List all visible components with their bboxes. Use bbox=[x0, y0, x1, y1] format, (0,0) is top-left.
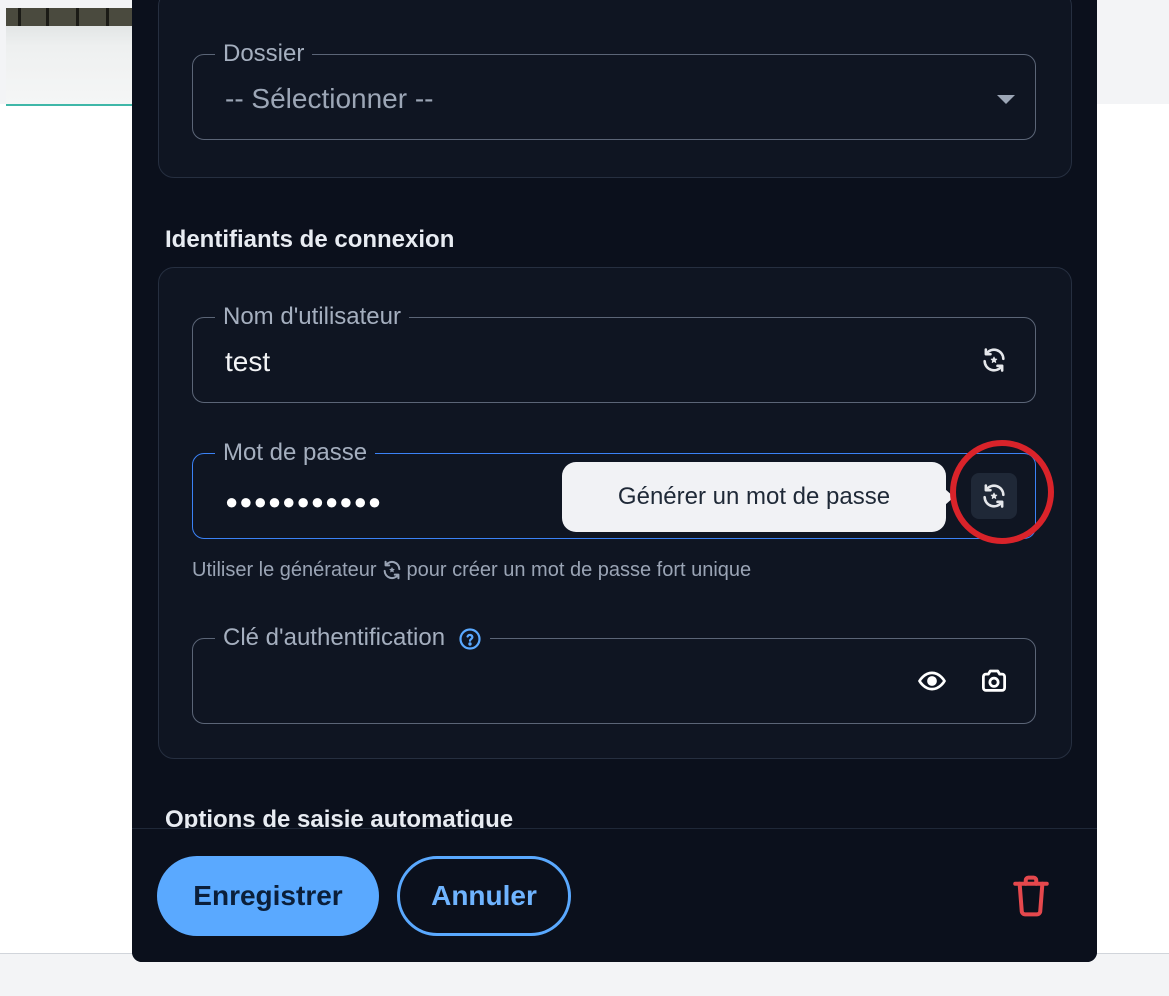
footer-actions: Enregistrer Annuler bbox=[132, 828, 1097, 962]
toggle-visibility-button[interactable] bbox=[909, 658, 955, 704]
generate-icon bbox=[983, 348, 1005, 372]
folder-card: Dossier -- Sélectionner -- bbox=[158, 0, 1072, 178]
username-value: test bbox=[225, 346, 271, 377]
generate-password-tooltip: Générer un mot de passe bbox=[562, 462, 954, 532]
save-button[interactable]: Enregistrer bbox=[157, 856, 379, 936]
camera-icon bbox=[982, 669, 1006, 692]
auth-key-field[interactable]: Clé d'authentification bbox=[192, 623, 1036, 724]
scan-key-button[interactable] bbox=[971, 658, 1017, 704]
auth-key-label-wrap: Clé d'authentification bbox=[215, 623, 490, 653]
folder-placeholder: -- Sélectionner -- bbox=[225, 83, 434, 114]
username-label: Nom d'utilisateur bbox=[215, 302, 409, 332]
username-field[interactable]: Nom d'utilisateur test bbox=[192, 302, 1036, 403]
generate-username-button[interactable] bbox=[971, 337, 1017, 383]
password-hint-text-end: pour créer un mot de passe fort unique bbox=[406, 559, 752, 581]
password-label: Mot de passe bbox=[215, 438, 376, 468]
highlight-annotation bbox=[950, 440, 1054, 544]
item-edit-panel: Dossier -- Sélectionner -- Identifiants … bbox=[132, 0, 1097, 962]
password-hint: Utiliser le générateur pour créer un mot… bbox=[192, 557, 751, 583]
password-hint-text: Utiliser le générateur bbox=[192, 559, 377, 581]
folder-label: Dossier bbox=[215, 39, 313, 69]
auth-key-label: Clé d'authentification bbox=[223, 624, 446, 651]
generate-icon bbox=[383, 560, 400, 580]
help-circle-icon[interactable] bbox=[458, 627, 482, 651]
chevron-down-icon bbox=[997, 95, 1015, 104]
credentials-section-title: Identifiants de connexion bbox=[165, 226, 455, 253]
folder-select[interactable]: Dossier -- Sélectionner -- bbox=[192, 39, 1036, 140]
eye-icon bbox=[918, 671, 946, 691]
cancel-button[interactable]: Annuler bbox=[397, 856, 571, 936]
background-image bbox=[6, 8, 136, 106]
password-value: ●●●●●●●●●●● bbox=[225, 489, 383, 514]
trash-icon[interactable] bbox=[1010, 873, 1052, 919]
